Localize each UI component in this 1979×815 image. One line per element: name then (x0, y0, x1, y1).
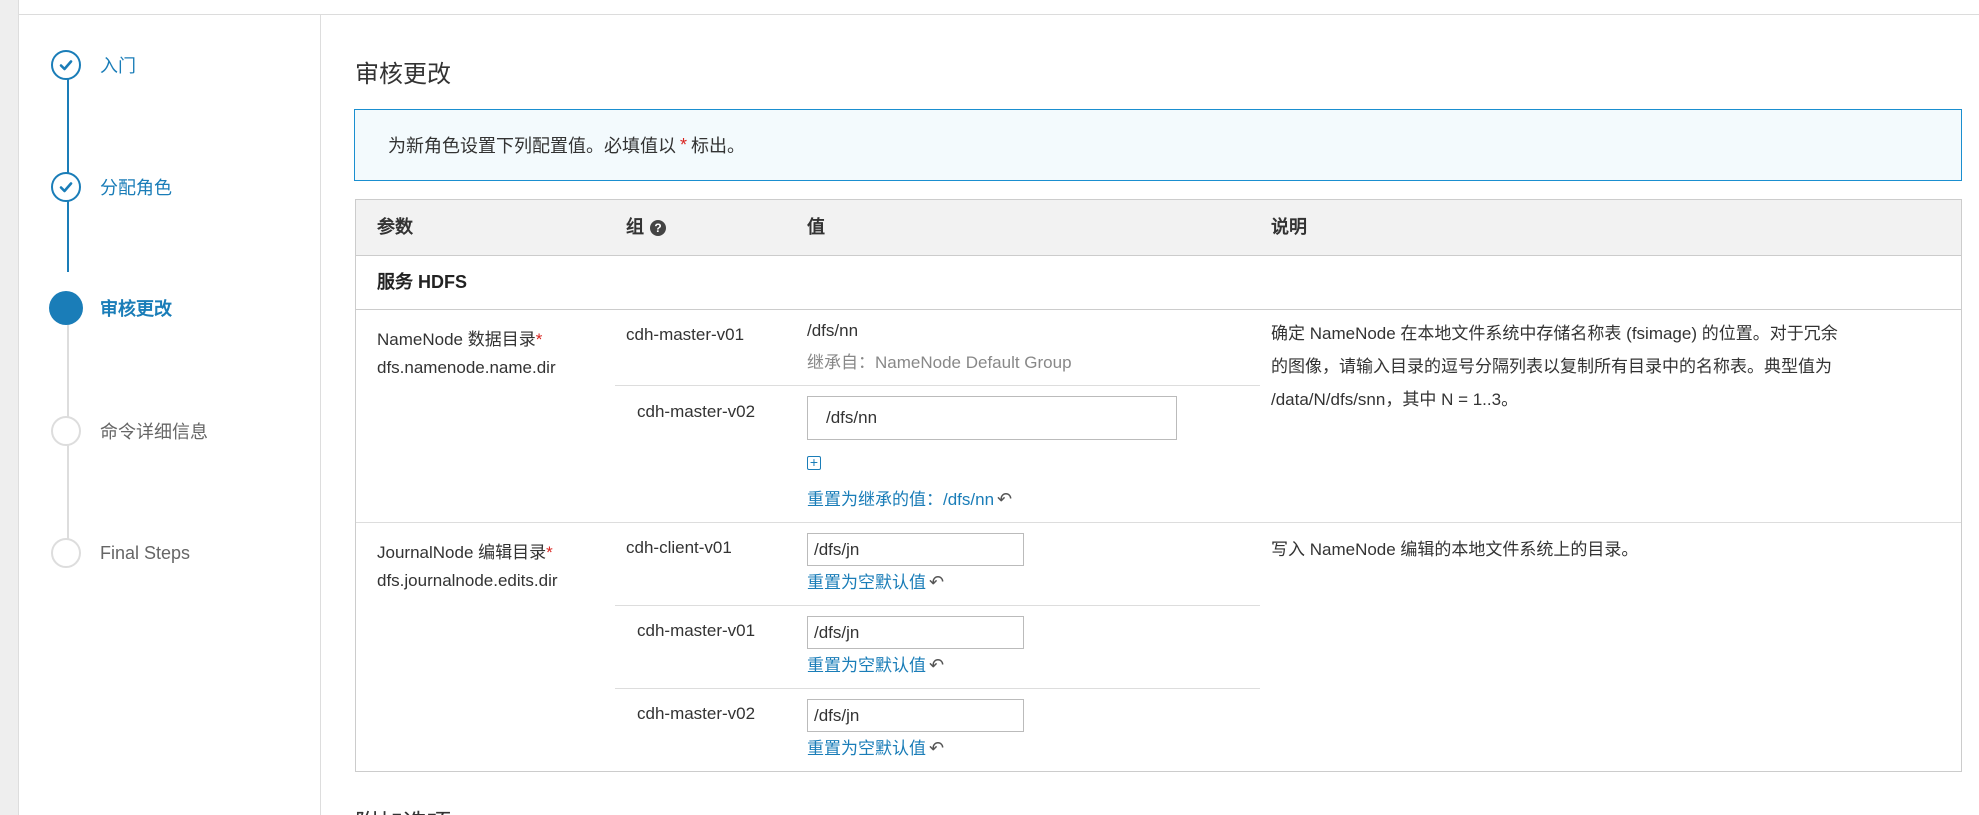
step-label: 入门 (100, 56, 136, 76)
next-section-title: 附加选项 (355, 803, 451, 815)
required-star: * (680, 134, 688, 155)
undo-arrow-icon: ↶ (929, 572, 945, 592)
plus-square-icon[interactable]: + (807, 455, 821, 470)
reset-to-inherited-link[interactable]: 重置为继承的值：/dfs/nn ↶ (807, 485, 1012, 510)
reset-link-label: 重置为空默认值 (807, 573, 926, 592)
header-group-label: 组 (626, 217, 644, 237)
service-section: 服务 HDFS (356, 256, 1961, 310)
top-bar (0, 0, 1979, 15)
wizard-sidebar: 入门 分配角色 审核更改 命令详细信息 Final Steps (19, 15, 321, 815)
param-key: dfs.namenode.name.dir (377, 358, 556, 377)
reset-link-label: 重置为空默认值 (807, 739, 926, 758)
step-label: 分配角色 (100, 178, 172, 198)
current-step-dot-icon (49, 291, 83, 325)
step-label: Final Steps (100, 542, 191, 563)
group-name: cdh-master-v01 (626, 325, 745, 344)
param-name: JournalNode 编辑目录* (377, 538, 553, 563)
required-star: * (535, 330, 543, 349)
header-description: 说明 (1271, 217, 1307, 237)
reset-to-default-link[interactable]: 重置为空默认值 ↶ (807, 734, 944, 759)
value-input[interactable] (807, 396, 1177, 440)
step-assign-roles[interactable]: 分配角色 (51, 170, 172, 204)
header-group: 组? (626, 200, 666, 255)
reset-to-default-link[interactable]: 重置为空默认值 ↶ (807, 568, 944, 593)
section-title: 服务 HDFS (377, 272, 467, 292)
group-name: cdh-master-v02 (637, 402, 756, 421)
table-header: 参数 组? 值 说明 (356, 200, 1961, 256)
param-name: NameNode 数据目录* (377, 325, 542, 350)
undo-arrow-icon: ↶ (929, 655, 945, 675)
group-divider (615, 385, 1260, 386)
step-intro[interactable]: 入门 (51, 48, 136, 82)
inherited-from-text: 继承自：NameNode Default Group (807, 353, 1072, 372)
row-divider (356, 522, 1961, 523)
page-title: 审核更改 (355, 61, 451, 88)
value-input[interactable] (807, 616, 1024, 649)
group-name: cdh-client-v01 (626, 538, 732, 557)
step-label: 审核更改 (100, 299, 172, 319)
check-icon (51, 50, 81, 80)
header-value: 值 (807, 217, 825, 237)
step-label: 命令详细信息 (100, 422, 208, 442)
group-divider (615, 688, 1260, 689)
value-input[interactable] (807, 699, 1024, 732)
left-edge (0, 0, 19, 815)
undo-arrow-icon: ↶ (997, 489, 1013, 509)
check-icon (51, 172, 81, 202)
reset-link-label: 重置为空默认值 (807, 656, 926, 675)
param-description: 写入 NameNode 编辑的本地文件系统上的目录。 (1271, 540, 1639, 559)
param-description: 确定 NameNode 在本地文件系统中存储名称表 (fsimage) 的位置。… (1271, 324, 1838, 409)
question-circle-icon[interactable]: ? (650, 220, 666, 237)
step-command-details: 命令详细信息 (51, 414, 208, 448)
group-divider (615, 605, 1260, 606)
info-text-suffix: 标出。 (691, 136, 746, 156)
info-text: 为新角色设置下列配置值。必填值以 (388, 136, 676, 156)
header-param: 参数 (377, 217, 413, 237)
reset-to-default-link[interactable]: 重置为空默认值 ↶ (807, 651, 944, 676)
param-name-label: JournalNode 编辑目录 (377, 543, 547, 562)
reset-link-label: 重置为继承的值：/dfs/nn (807, 490, 995, 509)
step-final-steps: Final Steps (51, 536, 190, 570)
info-banner: 为新角色设置下列配置值。必填值以 * 标出。 (354, 109, 1962, 181)
progress-line-done (67, 57, 69, 272)
config-table: 参数 组? 值 说明 服务 HDFS NameNode 数据目录* dfs.na… (355, 199, 1962, 772)
value-input[interactable] (807, 533, 1024, 566)
undo-arrow-icon: ↶ (929, 738, 945, 758)
param-key: dfs.journalnode.edits.dir (377, 571, 558, 590)
required-star: * (546, 543, 553, 562)
group-name: cdh-master-v02 (637, 704, 756, 723)
param-name-label: NameNode 数据目录 (377, 330, 536, 349)
value-text: /dfs/nn (807, 321, 859, 340)
pending-step-icon (51, 538, 81, 568)
step-review-changes: 审核更改 (49, 291, 172, 325)
group-name: cdh-master-v01 (637, 621, 756, 640)
pending-step-icon (51, 416, 81, 446)
